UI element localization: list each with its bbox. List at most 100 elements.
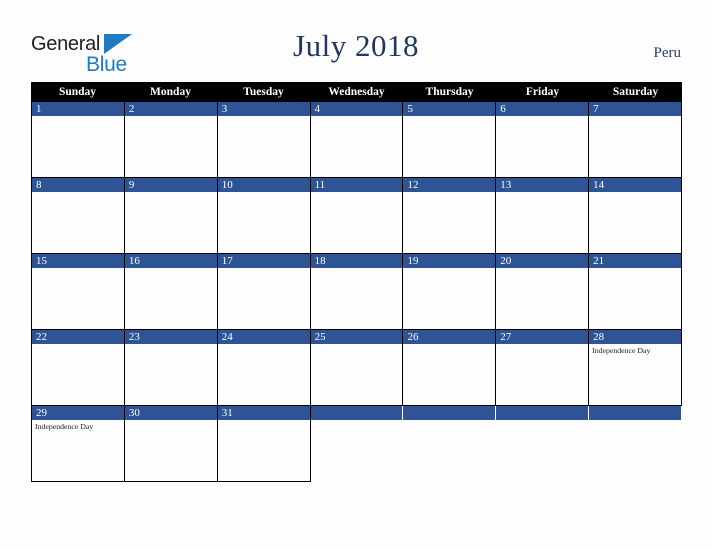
date-band: 8 [32,178,124,192]
calendar-day-cell-empty [589,406,683,482]
day-event-list [496,420,588,422]
day-event-list [125,192,217,194]
day-event-list [496,116,588,118]
date-band: 3 [217,102,310,116]
date-band [310,406,403,420]
date-band: 4 [310,102,403,116]
weekday-header-thursday: Thursday [425,86,474,98]
calendar-day-cell-empty [310,406,404,482]
calendar-day-cell[interactable]: 18 [310,254,404,330]
calendar-day-cell[interactable]: 22 [31,330,125,406]
day-event-list [125,268,217,270]
holiday-event: Independence Day [35,422,94,431]
date-number: 18 [314,255,326,267]
day-event-list [589,116,681,118]
day-event-list: Independence Day [589,344,681,356]
date-band: 15 [32,254,124,268]
date-band: 5 [403,102,496,116]
date-band: 14 [589,178,682,192]
date-band: 22 [32,330,124,344]
date-band: 16 [124,254,217,268]
page-title: July 2018 [293,28,419,63]
calendar-body: 1 2 3 4 5 6 7 8 9 10 11 12 13 14 15 16 17 18 19 20 21 22 23 24 2… [31,102,683,482]
calendar-day-cell[interactable]: 25 [310,330,404,406]
calendar-day-cell[interactable]: 11 [310,178,404,254]
day-event-list [32,344,124,346]
calendar-day-cell[interactable]: 31 [217,406,311,482]
date-number: 16 [128,255,140,267]
weekday-header-row: Sunday Monday Tuesday Wednesday Thursday Frid… [31,82,682,102]
date-band: 2 [124,102,217,116]
calendar-day-cell[interactable]: 1 [31,102,125,178]
calendar-day-cell[interactable]: 24 [217,330,311,406]
date-band: 13 [496,178,589,192]
calendar-day-cell[interactable]: 27 [496,330,590,406]
date-number: 19 [407,255,419,267]
calendar-day-cell[interactable]: 15 [31,254,125,330]
date-band: 7 [589,102,682,116]
date-band: 30 [124,406,217,420]
date-band: 17 [217,254,310,268]
date-number: 28 [593,331,605,343]
calendar-day-cell[interactable]: 3 [217,102,311,178]
date-band: 29 [32,406,124,420]
day-event-list [32,192,124,194]
day-event-list [403,344,495,346]
calendar-day-cell[interactable]: 16 [124,254,218,330]
calendar-day-cell[interactable]: 26 [403,330,497,406]
date-band: 18 [310,254,403,268]
date-band: 28 [589,330,682,344]
day-event-list [403,420,495,422]
calendar-day-cell[interactable]: 5 [403,102,497,178]
date-number: 6 [500,103,506,115]
calendar-day-cell[interactable]: 19 [403,254,497,330]
calendar-day-cell[interactable]: 21 [589,254,683,330]
weekday-header-tuesday: Tuesday [243,86,284,98]
calendar-day-cell[interactable]: 23 [124,330,218,406]
day-event-list [403,116,495,118]
calendar-day-cell[interactable]: 2 [124,102,218,178]
calendar-day-cell[interactable]: 17 [217,254,311,330]
date-number: 22 [36,331,47,343]
calendar-day-cell[interactable]: 9 [124,178,218,254]
date-number: 11 [314,179,326,191]
calendar-day-cell[interactable]: 7 [589,102,683,178]
calendar-day-cell[interactable]: 4 [310,102,404,178]
calendar-day-cell[interactable]: 6 [496,102,590,178]
day-event-list [496,268,588,270]
day-event-list [311,268,403,270]
day-event-list [218,344,310,346]
calendar-day-cell[interactable]: 14 [589,178,683,254]
date-number: 8 [36,179,42,191]
date-band: 11 [310,178,403,192]
date-number: 2 [128,103,135,115]
date-band [403,406,496,420]
calendar-day-cell[interactable]: 13 [496,178,590,254]
date-number: 24 [221,331,233,343]
calendar-day-cell[interactable]: 10 [217,178,311,254]
calendar-week-row: 1 2 3 4 5 6 7 [31,102,683,178]
date-number: 13 [500,179,512,191]
day-event-list [218,192,310,194]
date-band: 12 [403,178,496,192]
calendar-day-cell[interactable]: 28 Independence Day [589,330,683,406]
date-band: 20 [496,254,589,268]
date-band: 21 [589,254,682,268]
date-band: 31 [217,406,310,420]
calendar-day-cell[interactable]: 29 Independence Day [31,406,125,482]
date-band: 1 [32,102,124,116]
calendar-day-cell[interactable]: 8 [31,178,125,254]
date-band: 9 [124,178,217,192]
calendar-day-cell[interactable]: 20 [496,254,590,330]
calendar-day-cell[interactable]: 12 [403,178,497,254]
country-label: Peru [653,45,682,61]
date-band: 6 [496,102,589,116]
day-event-list [403,268,495,270]
calendar-day-cell[interactable]: 30 [124,406,218,482]
date-number: 14 [593,179,605,191]
date-band: 10 [217,178,310,192]
date-number: 27 [500,331,512,343]
date-band: 24 [217,330,310,344]
calendar-week-row: 8 9 10 11 12 13 14 [31,178,683,254]
date-number: 9 [128,179,135,191]
